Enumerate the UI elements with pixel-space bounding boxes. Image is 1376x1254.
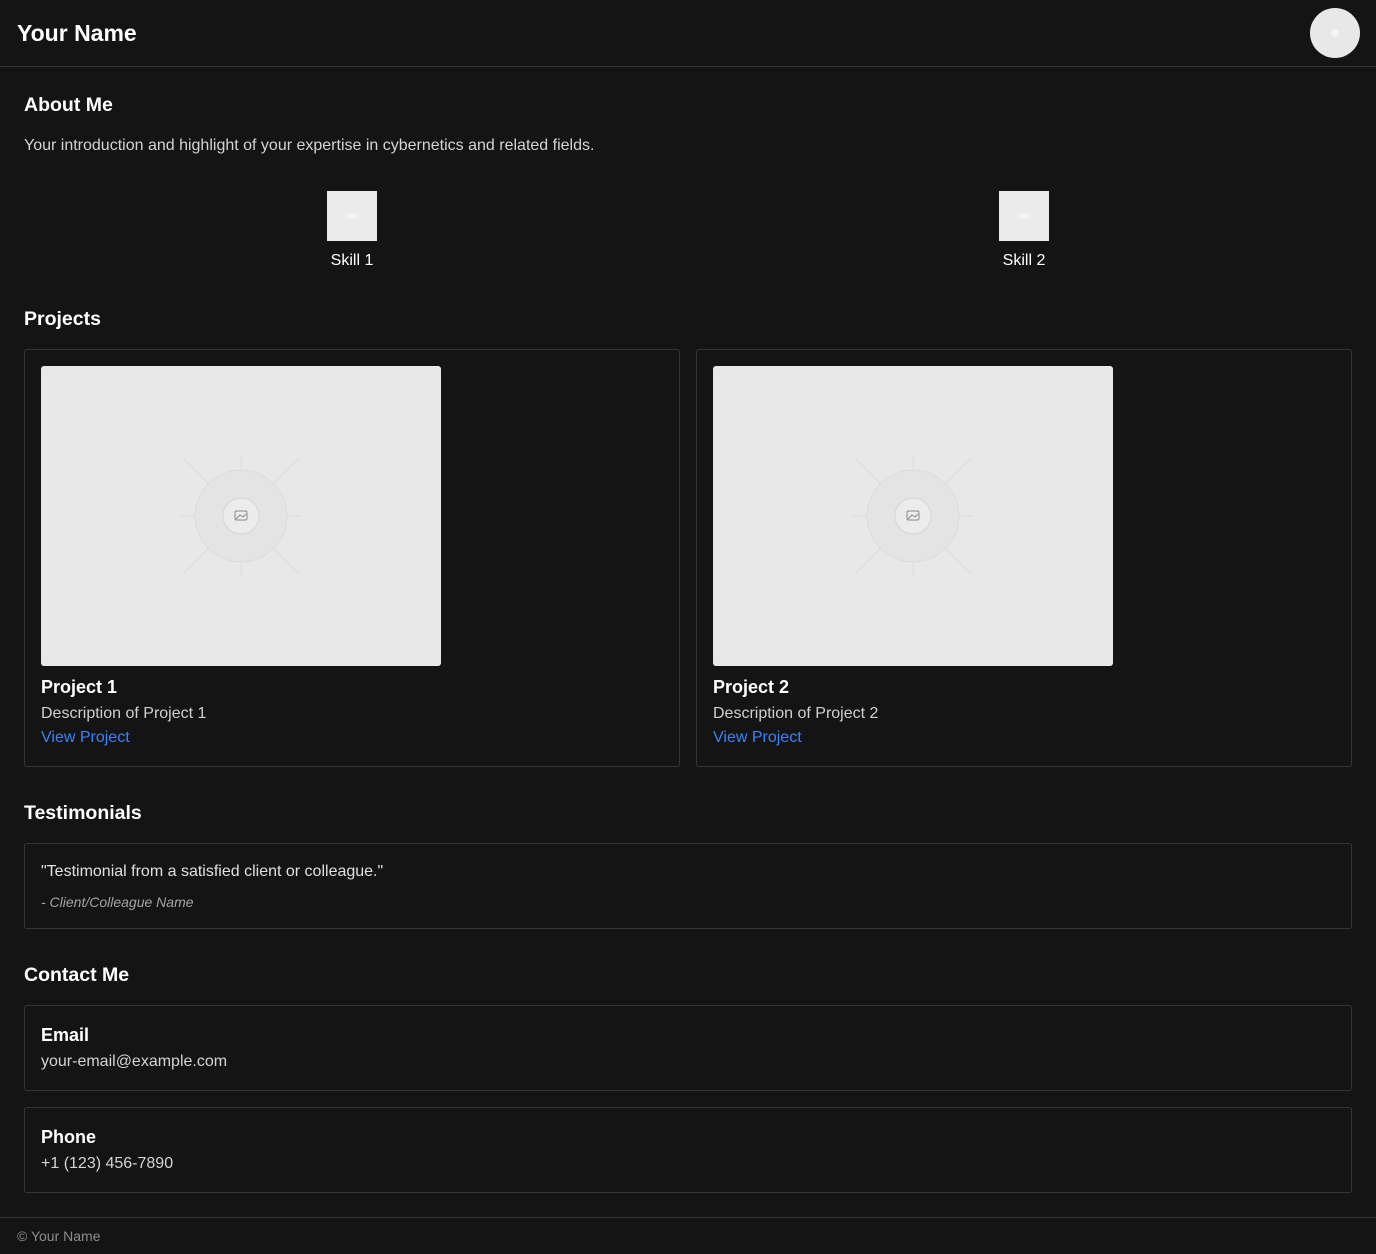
skills-row: Skill 1 Skill 2 [24,191,1352,277]
projects-grid: Project 1 Description of Project 1 View … [24,349,1352,767]
skill-label: Skill 2 [1002,252,1046,269]
contact-phone-value[interactable]: +1 (123) 456-7890 [41,1155,173,1173]
image-placeholder-icon [853,456,973,576]
site-title: Your Name [17,19,137,46]
contact-email-value[interactable]: your-email@example.com [41,1053,227,1071]
project-image-placeholder [713,366,1113,666]
project-card: Project 2 Description of Project 2 View … [696,349,1352,767]
project-description: Description of Project 2 [713,705,879,722]
skill-image-icon [999,191,1049,241]
contact-email-label: Email [41,1025,90,1045]
skill-item: Skill 2 [974,191,1074,270]
view-project-link[interactable]: View Project [713,729,802,747]
project-title: Project 1 [41,677,118,697]
project-description: Description of Project 1 [41,705,207,722]
view-project-link[interactable]: View Project [41,729,130,747]
contact-email-card: Email your-email@example.com [24,1005,1352,1091]
avatar-placeholder-icon [1331,29,1339,37]
project-card: Project 1 Description of Project 1 View … [24,349,680,767]
projects-heading: Projects [24,308,101,330]
project-image-placeholder [41,366,441,666]
skill-image-icon [327,191,377,241]
testimonial-card: "Testimonial from a satisfied client or … [24,843,1352,929]
testimonials-heading: Testimonials [24,802,142,824]
about-text: Your introduction and highlight of your … [24,137,595,154]
testimonial-author: - Client/Colleague Name [41,894,194,910]
site-header: Your Name [0,0,1376,67]
contact-phone-label: Phone [41,1127,97,1147]
contact-heading: Contact Me [24,964,130,986]
contact-phone-card: Phone +1 (123) 456-7890 [24,1107,1352,1193]
site-footer: © Your Name [0,1217,1376,1254]
project-title: Project 2 [713,677,790,697]
skill-label: Skill 1 [330,252,374,269]
image-placeholder-icon [181,456,301,576]
skill-item: Skill 1 [302,191,402,270]
avatar[interactable] [1310,8,1360,58]
testimonial-quote: "Testimonial from a satisfied client or … [41,863,384,880]
about-heading: About Me [24,94,113,116]
footer-copyright: © Your Name [17,1228,101,1244]
